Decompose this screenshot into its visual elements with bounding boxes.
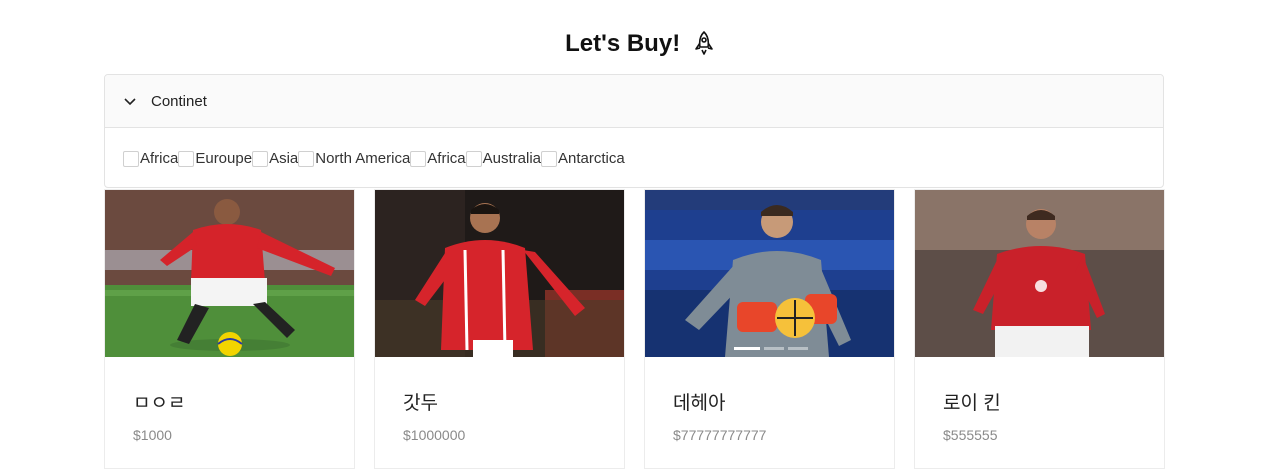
checkbox-box[interactable] <box>178 150 195 167</box>
product-name: 데헤아 <box>673 393 726 414</box>
product-name: 갓두 <box>403 393 438 414</box>
checkbox-label: Africa <box>427 150 466 167</box>
checkbox-label: Euroupe <box>195 150 253 167</box>
carousel-dot[interactable] <box>764 347 784 350</box>
product-card[interactable]: 데헤아 $77777777777 <box>644 189 895 469</box>
checkbox-asia[interactable]: Asia <box>252 150 298 167</box>
checkbox-label: North America <box>315 150 411 167</box>
rocket-icon <box>693 31 715 62</box>
checkbox-label: Antarctica <box>558 150 625 167</box>
product-price: $77777777777 <box>673 427 767 443</box>
product-card[interactable]: ㅁㅇㄹ $1000 <box>104 189 355 469</box>
checkbox-box[interactable] <box>410 150 427 167</box>
checkbox-box[interactable] <box>298 150 315 167</box>
checkbox-box[interactable] <box>541 150 557 167</box>
product-image[interactable] <box>105 190 354 357</box>
product-image[interactable] <box>915 190 1164 357</box>
checkbox-label: Australia <box>482 150 541 167</box>
continent-checkbox-group: Africa Euroupe Asia North America Africa… <box>105 128 1163 189</box>
continent-filter-header[interactable]: Continet <box>105 75 1163 128</box>
page-title: Let's Buy! <box>565 30 681 57</box>
chevron-down-icon <box>123 94 137 108</box>
product-card[interactable]: 갓두 $1000000 <box>374 189 625 469</box>
checkbox-africa[interactable]: Africa <box>123 150 178 167</box>
checkbox-africa-2[interactable]: Africa <box>410 150 466 167</box>
carousel-dot[interactable] <box>788 347 808 350</box>
checkbox-europe[interactable]: Euroupe <box>178 150 252 167</box>
product-image[interactable] <box>645 190 894 357</box>
product-price: $1000000 <box>403 427 466 443</box>
product-name: 로이 킨 <box>943 393 1001 414</box>
checkbox-box[interactable] <box>465 150 482 167</box>
checkbox-label: Africa <box>140 150 179 167</box>
checkbox-north-america[interactable]: North America <box>298 150 410 167</box>
checkbox-box[interactable] <box>252 150 269 167</box>
checkbox-box[interactable] <box>123 150 139 167</box>
product-price: $555555 <box>943 427 998 443</box>
checkbox-antarctica[interactable]: Antarctica <box>541 150 625 167</box>
product-card[interactable]: 로이 킨 $555555 <box>914 189 1165 469</box>
carousel-dot[interactable] <box>734 347 760 350</box>
product-image[interactable] <box>375 190 624 357</box>
continent-filter-panel: Continet Africa Euroupe Asia North Ameri… <box>104 74 1164 188</box>
checkbox-australia[interactable]: Australia <box>465 150 541 167</box>
page-title-row: Let's Buy! <box>0 30 1280 62</box>
continent-filter-label: Continet <box>151 92 207 110</box>
carousel-indicator <box>734 347 808 350</box>
product-price: $1000 <box>133 427 172 443</box>
checkbox-label: Asia <box>269 150 299 167</box>
product-grid: ㅁㅇㄹ $1000 갓두 $1000000 데헤아 $77777777777 로… <box>104 189 1165 469</box>
product-name: ㅁㅇㄹ <box>133 393 186 414</box>
